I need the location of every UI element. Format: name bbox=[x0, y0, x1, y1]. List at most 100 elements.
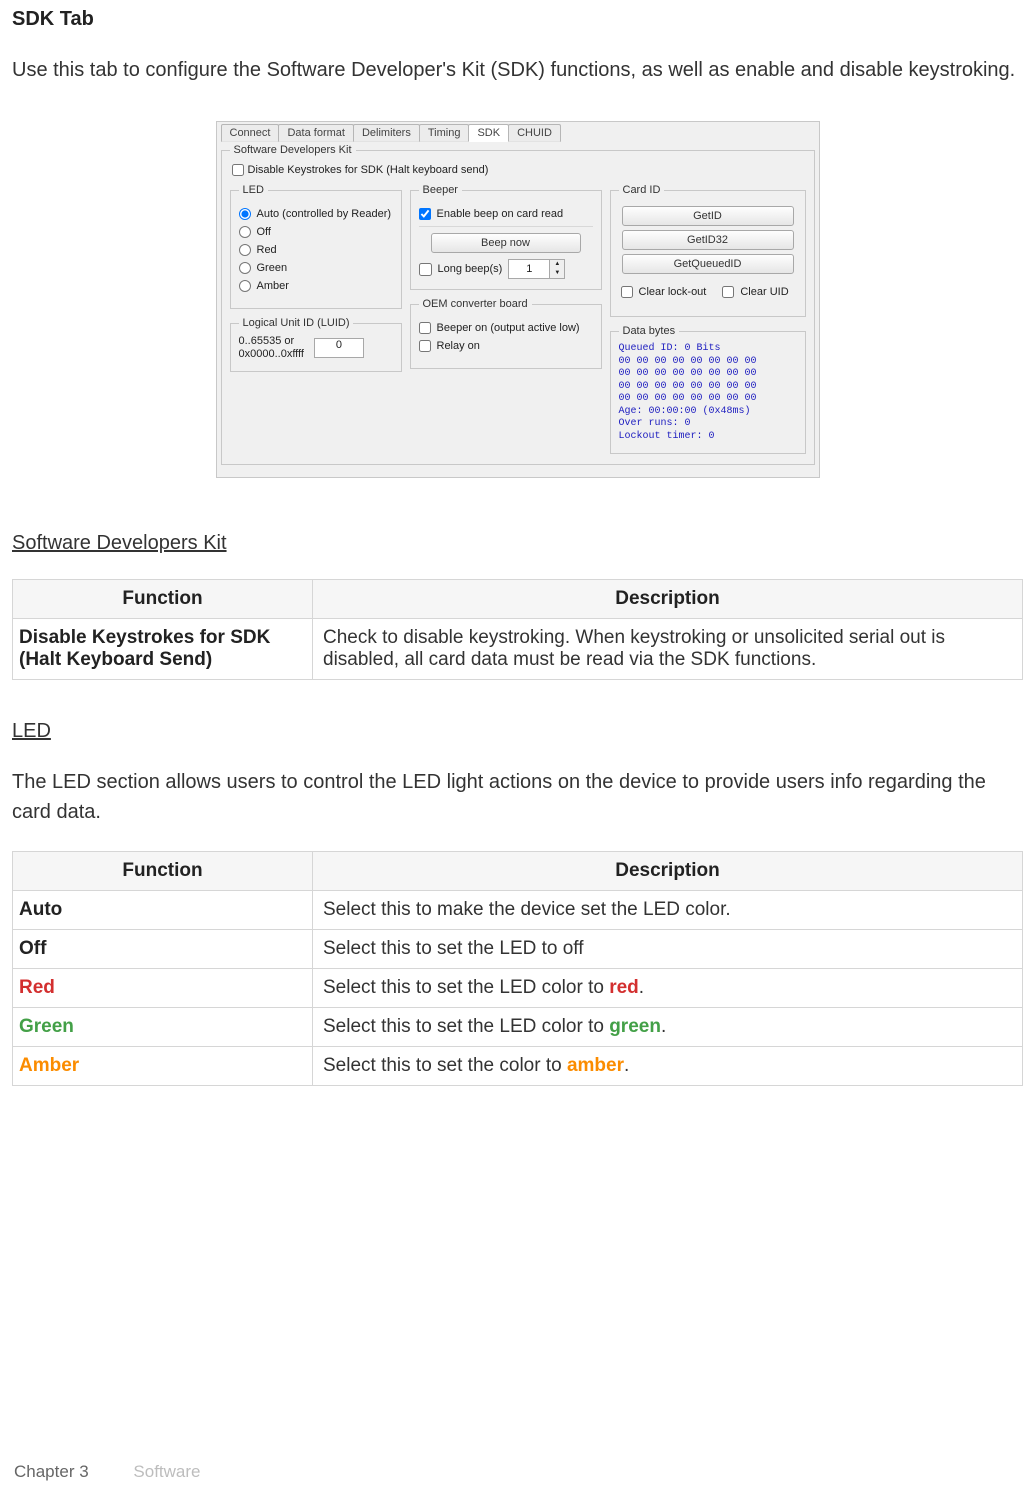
led-radio-off[interactable] bbox=[239, 226, 251, 238]
led-row-green-color: green bbox=[609, 1016, 661, 1037]
getid-button[interactable]: GetID bbox=[622, 206, 794, 226]
led-intro-paragraph: The LED section allows users to control … bbox=[12, 767, 1023, 827]
led-table-header-function: Function bbox=[13, 852, 313, 891]
led-table: Function Description Auto Select this to… bbox=[12, 851, 1023, 1086]
table-row: Off Select this to set the LED to off bbox=[13, 930, 1023, 969]
long-beep-stepper[interactable]: 1 ▲ ▼ bbox=[508, 259, 565, 279]
enable-beep-label: Enable beep on card read bbox=[437, 208, 564, 220]
disable-keystrokes-label: Disable Keystrokes for SDK (Halt keyboar… bbox=[248, 164, 489, 176]
led-row-amber: Amber bbox=[13, 1047, 313, 1086]
intro-paragraph: Use this tab to configure the Software D… bbox=[12, 55, 1023, 85]
led-radio-red-label: Red bbox=[257, 244, 277, 256]
chevron-up-icon[interactable]: ▲ bbox=[550, 260, 564, 269]
chevron-down-icon[interactable]: ▼ bbox=[550, 269, 564, 278]
section-heading-sdk: Software Developers Kit bbox=[12, 532, 1023, 555]
led-radio-amber-label: Amber bbox=[257, 280, 289, 292]
sdk-table: Function Description Disable Keystrokes … bbox=[12, 579, 1023, 680]
led-row-off: Off bbox=[13, 930, 313, 969]
led-radio-green-label: Green bbox=[257, 262, 288, 274]
table-row: Auto Select this to make the device set … bbox=[13, 891, 1023, 930]
led-row-amber-desc: Select this to set the color to amber. bbox=[313, 1047, 1023, 1086]
luid-panel-legend: Logical Unit ID (LUID) bbox=[239, 317, 354, 329]
card-id-panel: Card ID GetID GetID32 GetQueuedID Clear … bbox=[610, 184, 806, 317]
getid32-button[interactable]: GetID32 bbox=[622, 230, 794, 250]
sdk-fieldset-legend: Software Developers Kit bbox=[230, 144, 356, 156]
footer-section: Software bbox=[133, 1462, 200, 1481]
led-row-green: Green bbox=[13, 1008, 313, 1047]
luid-input[interactable]: 0 bbox=[314, 338, 364, 358]
led-row-amber-prefix: Select this to set the color to bbox=[323, 1055, 567, 1076]
sdk-fieldset: Software Developers Kit Disable Keystrok… bbox=[221, 144, 815, 465]
sdk-table-header-function: Function bbox=[13, 580, 313, 619]
tab-chuid[interactable]: CHUID bbox=[508, 124, 561, 142]
clear-lockout-label: Clear lock-out bbox=[639, 286, 707, 298]
tab-sdk[interactable]: SDK bbox=[468, 124, 509, 142]
oem-beeper-on-label: Beeper on (output active low) bbox=[437, 322, 580, 334]
clear-uid-label: Clear UID bbox=[740, 286, 788, 298]
screenshot-figure: Connect Data format Delimiters Timing SD… bbox=[12, 121, 1023, 478]
luid-range-label: 0..65535 or 0x0000..0xffff bbox=[239, 335, 304, 361]
led-radio-green[interactable] bbox=[239, 262, 251, 274]
table-row: Amber Select this to set the color to am… bbox=[13, 1047, 1023, 1086]
data-bytes-content: Queued ID: 0 Bits 00 00 00 00 00 00 00 0… bbox=[619, 343, 797, 443]
beeper-panel: Beeper Enable beep on card read Beep now… bbox=[410, 184, 602, 290]
led-row-green-suffix: . bbox=[661, 1016, 666, 1037]
section-heading-led: LED bbox=[12, 720, 1023, 743]
led-row-green-prefix: Select this to set the LED color to bbox=[323, 1016, 609, 1037]
led-radio-amber[interactable] bbox=[239, 280, 251, 292]
data-bytes-panel-legend: Data bytes bbox=[619, 325, 680, 337]
disable-keystrokes-checkbox[interactable] bbox=[232, 164, 244, 176]
led-radio-off-label: Off bbox=[257, 226, 271, 238]
oem-panel: OEM converter board Beeper on (output ac… bbox=[410, 298, 602, 369]
oem-beeper-on-checkbox[interactable] bbox=[419, 322, 431, 334]
oem-relay-on-label: Relay on bbox=[437, 340, 480, 352]
led-row-auto-desc: Select this to make the device set the L… bbox=[313, 891, 1023, 930]
table-row: Green Select this to set the LED color t… bbox=[13, 1008, 1023, 1047]
led-row-amber-color: amber bbox=[567, 1055, 624, 1076]
tab-connect[interactable]: Connect bbox=[221, 124, 280, 142]
beeper-panel-legend: Beeper bbox=[419, 184, 462, 196]
long-beep-checkbox[interactable] bbox=[419, 263, 432, 276]
led-radio-red[interactable] bbox=[239, 244, 251, 256]
tab-timing[interactable]: Timing bbox=[419, 124, 470, 142]
clear-uid-checkbox[interactable] bbox=[722, 286, 734, 298]
table-row: Red Select this to set the LED color to … bbox=[13, 969, 1023, 1008]
beep-now-button[interactable]: Beep now bbox=[431, 233, 581, 253]
sdk-row-description: Check to disable keystroking. When keyst… bbox=[313, 619, 1023, 680]
led-table-header-description: Description bbox=[313, 852, 1023, 891]
led-row-red-prefix: Select this to set the LED color to bbox=[323, 977, 609, 998]
card-id-panel-legend: Card ID bbox=[619, 184, 665, 196]
long-beep-value: 1 bbox=[509, 263, 549, 275]
oem-panel-legend: OEM converter board bbox=[419, 298, 532, 310]
led-row-red-desc: Select this to set the LED color to red. bbox=[313, 969, 1023, 1008]
led-row-red-suffix: . bbox=[639, 977, 644, 998]
sdk-row-function: Disable Keystrokes for SDK (Halt Keyboar… bbox=[13, 619, 313, 680]
table-row: Disable Keystrokes for SDK (Halt Keyboar… bbox=[13, 619, 1023, 680]
tab-delimiters[interactable]: Delimiters bbox=[353, 124, 420, 142]
dialog-window: Connect Data format Delimiters Timing SD… bbox=[216, 121, 820, 478]
led-row-red: Red bbox=[13, 969, 313, 1008]
tab-bar: Connect Data format Delimiters Timing SD… bbox=[221, 124, 815, 142]
long-beep-label: Long beep(s) bbox=[438, 263, 503, 275]
page-footer: Chapter 3 Software bbox=[14, 1462, 201, 1482]
led-row-green-desc: Select this to set the LED color to gree… bbox=[313, 1008, 1023, 1047]
getqueuedid-button[interactable]: GetQueuedID bbox=[622, 254, 794, 274]
led-radio-auto-label: Auto (controlled by Reader) bbox=[257, 208, 392, 220]
led-row-red-color: red bbox=[609, 977, 639, 998]
luid-panel: Logical Unit ID (LUID) 0..65535 or 0x000… bbox=[230, 317, 402, 372]
enable-beep-checkbox[interactable] bbox=[419, 208, 431, 220]
led-row-off-desc: Select this to set the LED to off bbox=[313, 930, 1023, 969]
led-radio-auto[interactable] bbox=[239, 208, 251, 220]
oem-relay-on-checkbox[interactable] bbox=[419, 340, 431, 352]
page-title: SDK Tab bbox=[12, 8, 1023, 31]
footer-chapter: Chapter 3 bbox=[14, 1462, 89, 1481]
led-panel: LED Auto (controlled by Reader) Off Red … bbox=[230, 184, 402, 309]
beeper-divider bbox=[419, 226, 593, 227]
clear-lockout-checkbox[interactable] bbox=[621, 286, 633, 298]
led-row-auto: Auto bbox=[13, 891, 313, 930]
tab-data-format[interactable]: Data format bbox=[278, 124, 353, 142]
led-row-amber-suffix: . bbox=[624, 1055, 629, 1076]
sdk-table-header-description: Description bbox=[313, 580, 1023, 619]
data-bytes-panel: Data bytes Queued ID: 0 Bits 00 00 00 00… bbox=[610, 325, 806, 454]
led-panel-legend: LED bbox=[239, 184, 268, 196]
